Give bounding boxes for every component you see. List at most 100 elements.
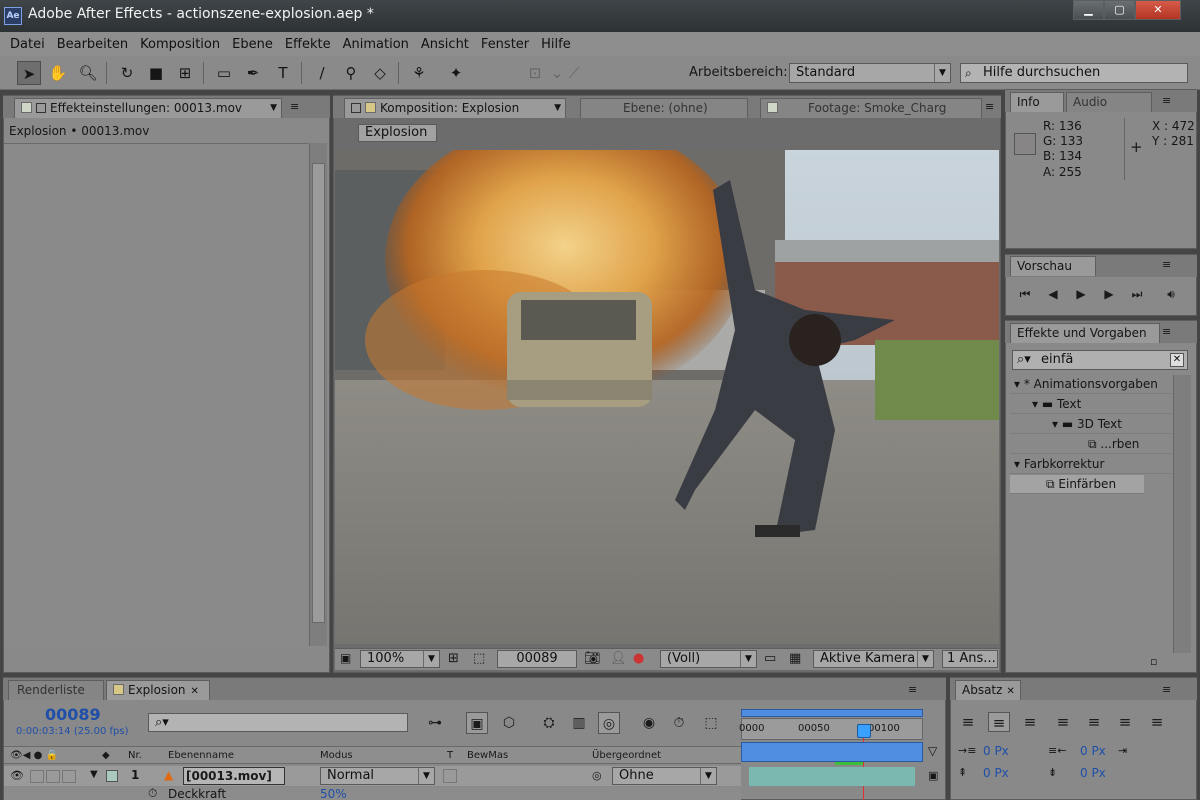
blend-mode-dropdown[interactable]: Normal ▼	[320, 767, 435, 785]
new-folder-icon[interactable]: ▫	[1150, 655, 1157, 668]
close-button[interactable]: ✕	[1135, 0, 1181, 20]
comp-flowchart-button[interactable]: Explosion	[358, 124, 437, 142]
tab-paragraph[interactable]: Absatz ✕	[955, 680, 1021, 700]
space-after-value[interactable]: 0 Px	[1080, 766, 1106, 780]
tree-text-folder[interactable]: ▾ ▬ Text	[1010, 395, 1172, 414]
first-frame-icon[interactable]: ⏮	[1014, 285, 1036, 303]
comp-navigator-bar[interactable]	[741, 742, 923, 762]
grid-icon[interactable]: ⊞	[448, 651, 459, 666]
clone-stamp-tool-icon[interactable]: ⚲	[339, 61, 363, 85]
tab-footage[interactable]: Footage: Smoke_Charg	[760, 98, 982, 118]
last-frame-icon[interactable]: ⏭	[1126, 285, 1148, 303]
tab-effects-presets[interactable]: Effekte und Vorgaben	[1010, 323, 1160, 343]
always-preview-icon[interactable]: ▣	[340, 651, 351, 665]
menu-fenster[interactable]: Fenster	[475, 37, 535, 52]
lock-icon[interactable]: ▣	[928, 769, 938, 782]
workspace-dropdown[interactable]: Standard ▼	[789, 63, 951, 83]
effects-scrollbar[interactable]	[309, 143, 327, 646]
space-before-value[interactable]: 0 Px	[983, 766, 1009, 780]
rectangle-tool-icon[interactable]: ▭	[212, 61, 236, 85]
property-value[interactable]: 50%	[320, 787, 347, 800]
expand-triangle-icon[interactable]: ▼	[90, 769, 98, 780]
menu-bearbeiten[interactable]: Bearbeiten	[51, 37, 134, 52]
align-left-icon[interactable]: ≡	[957, 712, 979, 732]
justify-last-right-icon[interactable]: ≡	[1114, 712, 1136, 732]
composition-mini-icon[interactable]: ▣	[466, 712, 488, 734]
close-tab-icon[interactable]: ✕	[191, 686, 199, 697]
graph-editor-icon[interactable]: ⬚	[700, 712, 722, 734]
audio-icon[interactable]: 🔊︎	[1160, 285, 1182, 303]
frame-blending-icon[interactable]: ▥	[568, 712, 590, 734]
view-axis-icon[interactable]: ⟋	[562, 61, 586, 85]
layer-duration-bar[interactable]	[749, 767, 915, 786]
snapshot-camera-icon[interactable]: 📷︎	[584, 651, 601, 666]
panel-menu-icon[interactable]: ≡	[1162, 258, 1171, 271]
effects-search-input[interactable]: ⌕▾ einfä ✕	[1012, 350, 1188, 370]
tab-render-queue[interactable]: Renderliste	[8, 680, 104, 700]
tree-preset-item[interactable]: ⧉ ...rben	[1010, 435, 1172, 454]
work-area-bar[interactable]	[741, 709, 923, 717]
lock-icon[interactable]	[36, 103, 46, 113]
tree-color-correction[interactable]: ▾ Farbkorrektur	[1010, 455, 1172, 474]
panel-menu-icon[interactable]: ≡	[1162, 325, 1171, 338]
menu-datei[interactable]: Datei	[4, 37, 51, 52]
previous-frame-icon[interactable]: ◀︎	[1042, 285, 1064, 303]
views-dropdown[interactable]: 1 Ans...	[942, 650, 998, 668]
eye-icon[interactable]: 👁︎	[10, 769, 24, 782]
tab-layer[interactable]: Ebene: (ohne)	[580, 98, 748, 118]
tab-composition[interactable]: Komposition: Explosion ▼	[344, 98, 566, 118]
justify-last-center-icon[interactable]: ≡	[1083, 712, 1105, 732]
justify-all-icon[interactable]: ≡	[1146, 712, 1168, 732]
shy-layers-icon[interactable]: ⛭	[538, 712, 560, 734]
justify-last-left-icon[interactable]: ≡	[1052, 712, 1074, 732]
motion-blur-icon[interactable]: ◎	[598, 712, 620, 734]
parent-pickwhip-icon[interactable]: ◎	[592, 769, 602, 782]
panel-menu-icon[interactable]: ≡	[1162, 683, 1171, 696]
indent-right-value[interactable]: 0 Px	[1080, 744, 1106, 758]
menu-ebene[interactable]: Ebene	[226, 37, 279, 52]
menu-hilfe[interactable]: Hilfe	[535, 37, 577, 52]
transparency-grid-icon[interactable]: ▦	[789, 651, 801, 666]
preserve-transparency-checkbox[interactable]	[443, 769, 457, 783]
close-tab-icon[interactable]: ✕	[1006, 686, 1014, 697]
panel-menu-icon[interactable]: ≡	[985, 100, 994, 113]
type-tool-icon[interactable]: T	[271, 61, 295, 85]
clear-search-icon[interactable]: ✕	[1170, 353, 1184, 367]
tab-info[interactable]: Info	[1010, 92, 1064, 112]
menu-animation[interactable]: Animation	[337, 37, 415, 52]
scroll-thumb[interactable]	[312, 163, 325, 623]
comp-marker-icon[interactable]: ▽	[928, 744, 937, 758]
camera-tool-icon[interactable]: ■	[144, 61, 168, 85]
mini-flowchart-icon[interactable]: ⊶	[424, 712, 446, 734]
rotate-tool-icon[interactable]: ↻	[115, 61, 139, 85]
align-center-icon[interactable]: ≡	[988, 712, 1010, 732]
presets-scrollbar[interactable]	[1173, 375, 1191, 653]
region-of-interest-icon[interactable]: ▭	[764, 651, 776, 666]
auto-keyframe-icon[interactable]: ⏱	[668, 712, 690, 734]
chevron-down-icon[interactable]: ▼	[554, 99, 561, 117]
composition-viewer[interactable]	[335, 150, 999, 644]
play-icon[interactable]: ▶︎	[1070, 285, 1092, 303]
menu-ansicht[interactable]: Ansicht	[415, 37, 475, 52]
lock-icon[interactable]	[351, 103, 361, 113]
align-right-icon[interactable]: ≡	[1019, 712, 1041, 732]
help-search-input[interactable]: ⌕ Hilfe durchsuchen	[960, 63, 1188, 83]
maximize-button[interactable]: ▢	[1104, 0, 1135, 20]
pan-behind-tool-icon[interactable]: ⊞	[173, 61, 197, 85]
panel-menu-icon[interactable]: ≡	[908, 683, 917, 696]
local-axis-icon[interactable]: ⊡	[523, 61, 547, 85]
camera-dropdown[interactable]: Aktive Kamera ▼	[813, 650, 934, 668]
menu-effekte[interactable]: Effekte	[279, 37, 337, 52]
next-frame-icon[interactable]: ▶︎	[1098, 285, 1120, 303]
zoom-dropdown[interactable]: 100% ▼	[360, 650, 440, 668]
menu-komposition[interactable]: Komposition	[134, 37, 226, 52]
channels-icon[interactable]: ●	[633, 651, 644, 666]
tree-3d-text-folder[interactable]: ▾ ▬ 3D Text	[1010, 415, 1172, 434]
hand-tool-icon[interactable]: ✋	[46, 61, 70, 85]
current-time-field[interactable]: 00089	[497, 650, 577, 668]
timeline-search-input[interactable]: ⌕▾	[148, 713, 408, 732]
panel-menu-icon[interactable]: ≡	[1162, 94, 1171, 107]
resolution-dropdown[interactable]: (Voll) ▼	[660, 650, 757, 668]
playhead-handle[interactable]	[857, 724, 871, 738]
tab-preview[interactable]: Vorschau	[1010, 256, 1096, 276]
